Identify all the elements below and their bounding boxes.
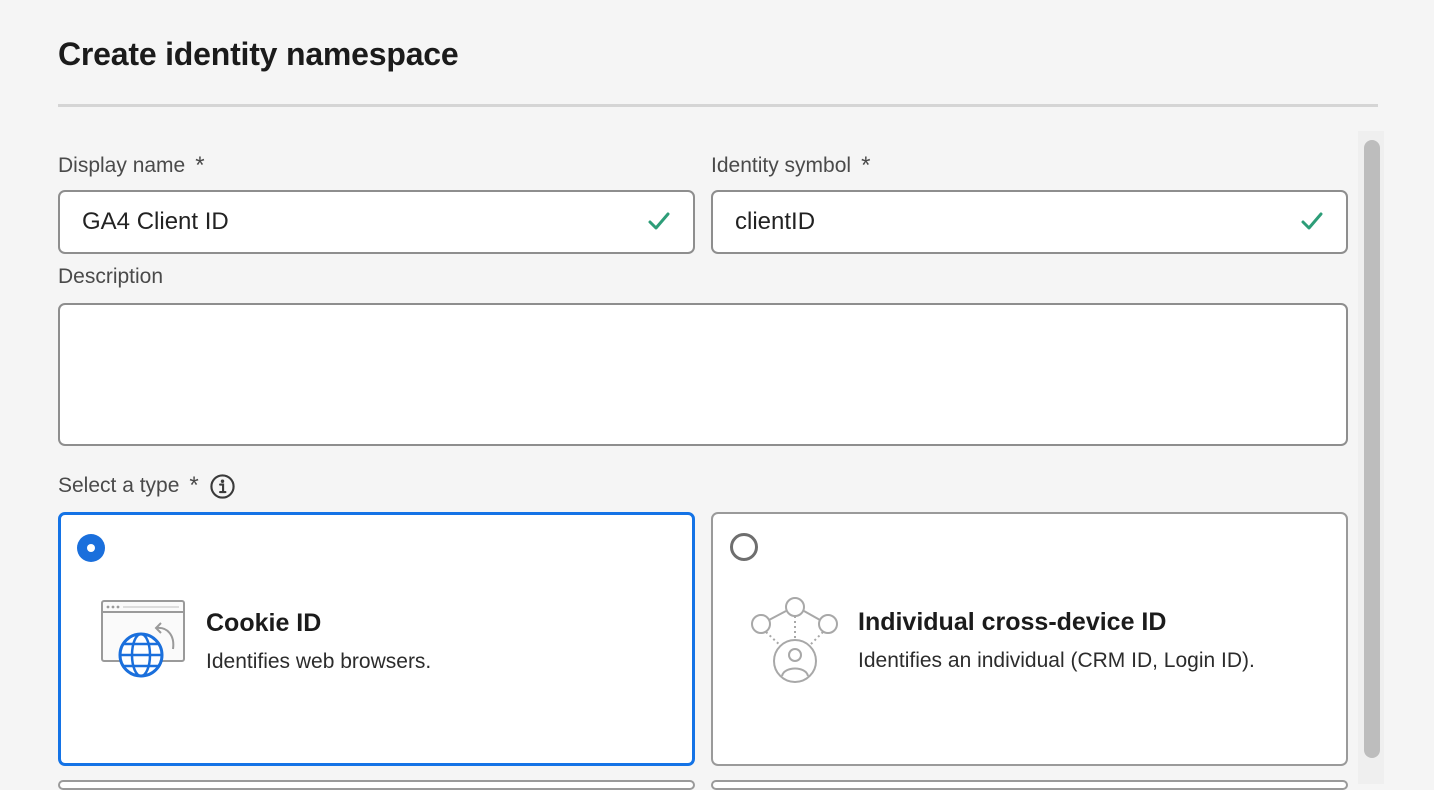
display-name-value[interactable]: GA4 Client ID <box>82 192 229 252</box>
title-divider <box>58 104 1378 107</box>
card-description: Identifies web browsers. <box>206 650 432 673</box>
card-title: Cookie ID <box>206 609 322 637</box>
display-name-label-text: Display name <box>58 154 186 177</box>
required-marker: * <box>861 152 871 179</box>
display-name-field[interactable]: GA4 Client ID <box>58 190 695 254</box>
checkmark-icon <box>1301 212 1323 230</box>
select-type-label-text: Select a type <box>58 474 180 497</box>
type-card-partial[interactable] <box>711 780 1348 790</box>
identity-symbol-value[interactable]: clientID <box>735 192 815 252</box>
identity-symbol-field[interactable]: clientID <box>711 190 1348 254</box>
scrollbar-thumb[interactable] <box>1364 140 1380 758</box>
cross-device-person-icon <box>751 597 838 683</box>
radio-cookie-id[interactable] <box>77 534 105 562</box>
info-icon[interactable] <box>209 473 236 500</box>
description-textarea[interactable] <box>58 303 1348 446</box>
checkmark-icon <box>648 212 670 230</box>
cookie-browser-globe-icon <box>101 600 185 678</box>
description-label-text: Description <box>58 265 164 288</box>
card-title: Individual cross-device ID <box>858 608 1167 636</box>
card-description: Identifies an individual (CRM ID, Login … <box>858 649 1255 672</box>
description-label: Description <box>58 265 163 289</box>
identity-symbol-label-text: Identity symbol <box>711 154 852 177</box>
type-card-partial[interactable] <box>58 780 695 790</box>
radio-individual-cross-device-id[interactable] <box>730 533 758 561</box>
type-card-cookie-id[interactable]: Cookie ID Identifies web browsers. <box>58 512 695 766</box>
select-type-label: Select a type * <box>58 472 236 500</box>
display-name-label: Display name * <box>58 152 205 180</box>
type-card-individual-cross-device-id[interactable]: Individual cross-device ID Identifies an… <box>711 512 1348 766</box>
identity-symbol-label: Identity symbol * <box>711 152 870 180</box>
required-marker: * <box>195 152 205 179</box>
required-marker: * <box>189 472 199 499</box>
dialog-title: Create identity namespace <box>58 36 459 72</box>
